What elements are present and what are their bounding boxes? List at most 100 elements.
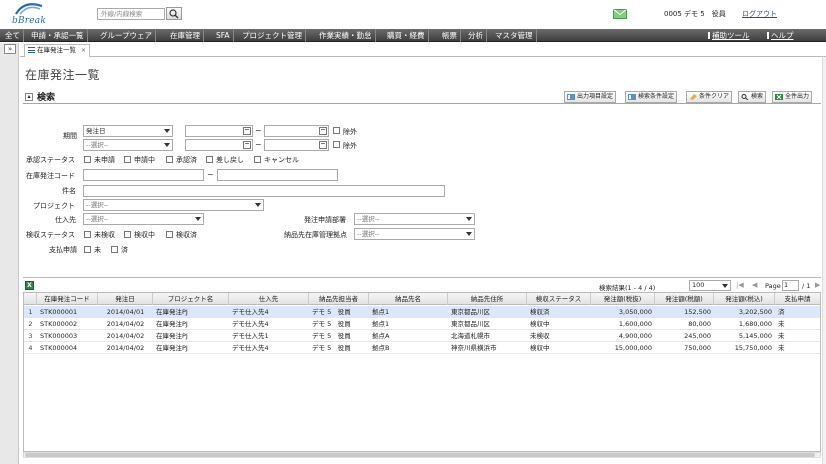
approval-cancel-checkbox[interactable]: [254, 156, 261, 163]
inspect-done-checkbox[interactable]: [166, 231, 173, 238]
row-number-header: [24, 293, 37, 305]
project-cell: 在庫発注PJ: [156, 344, 188, 352]
table-row[interactable]: 1 STK000001 2014/04/01 在庫発注PJ デモ仕入先4 デモ …: [24, 306, 820, 318]
mail-icon[interactable]: [613, 9, 627, 19]
tax-cell: 80,000: [688, 320, 711, 328]
collapse-icon[interactable]: ▴: [25, 93, 33, 101]
bbreak-logo[interactable]: bBreak: [8, 2, 58, 26]
menu-item-sfa[interactable]: SFA: [213, 29, 234, 42]
chevron-down-icon: [466, 217, 472, 221]
page-number-input[interactable]: 1: [782, 280, 799, 291]
period-to-input[interactable]: [264, 125, 329, 137]
menu-item-inventory[interactable]: 在庫管理: [167, 29, 204, 42]
approval-returned-checkbox[interactable]: [206, 156, 213, 163]
menu-item-groupware[interactable]: グループウェア: [97, 29, 157, 42]
approval-approved-checkbox[interactable]: [166, 156, 173, 163]
order-code-cell[interactable]: STK000001: [38, 306, 98, 318]
range-separator: ~: [207, 170, 214, 179]
order-code-cell[interactable]: STK000003: [38, 330, 98, 342]
output-settings-button[interactable]: 出力項目設定: [564, 91, 617, 103]
prev-page-icon[interactable]: ◀: [752, 281, 757, 289]
export-all-button[interactable]: 全件出力: [772, 91, 813, 103]
project-select[interactable]: --選択--: [83, 199, 264, 211]
subject-input[interactable]: [83, 185, 445, 197]
menu-item-forms[interactable]: 帳票: [439, 29, 461, 42]
menu-tools-link[interactable]: 補助ツール: [708, 29, 750, 42]
excel-export-icon[interactable]: X: [25, 281, 34, 290]
phone-search-input[interactable]: 外線/内線検索: [97, 8, 165, 20]
row-number: 2: [28, 320, 33, 328]
column-header[interactable]: 発注日: [98, 293, 153, 305]
tax-cell: 245,000: [684, 332, 711, 340]
menu-item-analysis[interactable]: 分析: [465, 29, 487, 42]
approval-approved-label: 承認済: [176, 156, 197, 164]
phone-search-button[interactable]: [166, 7, 182, 20]
expand-sidebar-icon[interactable]: »: [4, 44, 16, 54]
period-type-select[interactable]: 発注日: [83, 125, 173, 137]
menu-help-link[interactable]: ヘルプ: [767, 29, 794, 42]
search-button[interactable]: 検索: [738, 91, 767, 103]
inspect-none-checkbox[interactable]: [84, 231, 91, 238]
delivery-base-select[interactable]: --選択--: [354, 228, 475, 240]
horizontal-scrollbar[interactable]: [23, 452, 821, 458]
vertical-scrollbar[interactable]: [822, 43, 826, 464]
table-row[interactable]: 4 STK000004 2014/04/02 在庫発注PJ デモ仕入先4 デモ …: [24, 342, 820, 354]
page-size-select[interactable]: 100: [689, 280, 731, 291]
scrollbar-thumb[interactable]: [25, 453, 815, 457]
logout-link[interactable]: ログアウト: [742, 9, 777, 19]
menu-item-project[interactable]: プロジェクト管理: [239, 29, 306, 42]
column-header[interactable]: 納品先担当者: [309, 293, 369, 305]
results-count: 検索結果(1 - 4 / 4): [599, 284, 656, 292]
help-icon: [767, 32, 769, 39]
approval-unapplied-checkbox[interactable]: [84, 156, 91, 163]
next-page-icon[interactable]: ▶: [815, 281, 820, 289]
column-header[interactable]: 納品先名: [369, 293, 448, 305]
inspect-progress-checkbox[interactable]: [124, 231, 131, 238]
period2-to-input[interactable]: [264, 139, 329, 151]
column-header[interactable]: 発注額(税額): [655, 293, 714, 305]
order-code-from-input[interactable]: [83, 169, 204, 181]
menu-item-all[interactable]: 全て: [2, 29, 24, 42]
payment-yes-checkbox[interactable]: [111, 246, 118, 253]
payment-no-checkbox[interactable]: [84, 246, 91, 253]
column-header[interactable]: 支払申請: [775, 293, 820, 305]
tools-icon: [708, 32, 710, 39]
list-icon: [28, 47, 35, 53]
calendar-icon[interactable]: [243, 141, 251, 149]
tab-close-icon[interactable]: ×: [81, 45, 86, 56]
row-number: 3: [28, 332, 33, 340]
user-info: 0005 デモ 5 役員: [664, 10, 726, 18]
menu-item-applications[interactable]: 申請・承認一覧: [28, 29, 88, 42]
order-code-cell[interactable]: STK000004: [38, 342, 98, 354]
period2-from-input[interactable]: [185, 139, 253, 151]
first-page-icon[interactable]: |◀: [736, 281, 744, 289]
table-row[interactable]: 2 STK000002 2014/04/02 在庫発注PJ デモ仕入先4 デモ …: [24, 318, 820, 330]
menu-item-purchase[interactable]: 購買・経費: [384, 29, 429, 42]
tab-inventory-order-list[interactable]: 在庫発注一覧 ×: [24, 44, 90, 57]
table-row[interactable]: 3 STK000003 2014/04/02 在庫発注PJ デモ仕入先1 デモ …: [24, 330, 820, 342]
period-from-input[interactable]: [185, 125, 253, 137]
tax-cell: 152,500: [684, 308, 711, 316]
calendar-icon[interactable]: [319, 127, 327, 135]
menu-item-work[interactable]: 作業実績・勤怠: [316, 29, 376, 42]
column-header[interactable]: 在庫発注コード: [37, 293, 98, 305]
supplier-select[interactable]: --選択--: [83, 213, 204, 225]
menu-item-master[interactable]: マスタ管理: [492, 29, 537, 42]
clear-conditions-button[interactable]: 条件クリア: [686, 91, 733, 103]
column-header[interactable]: 仕入先: [229, 293, 309, 305]
column-header[interactable]: 検収ステータス: [527, 293, 591, 305]
dept-select[interactable]: --選択--: [354, 213, 475, 225]
exclude-checkbox[interactable]: [333, 127, 340, 134]
column-header[interactable]: プロジェクト名: [153, 293, 229, 305]
column-header[interactable]: 納品先住所: [448, 293, 527, 305]
column-header[interactable]: 発注額(税抜): [591, 293, 655, 305]
order-code-cell[interactable]: STK000002: [38, 318, 98, 330]
order-code-to-input[interactable]: [217, 169, 338, 181]
calendar-icon[interactable]: [243, 127, 251, 135]
period-type-select-2[interactable]: --選択--: [83, 139, 173, 151]
calendar-icon[interactable]: [319, 141, 327, 149]
approval-pending-checkbox[interactable]: [124, 156, 131, 163]
exclude-checkbox-2[interactable]: [333, 141, 340, 148]
column-header[interactable]: 発注額(税込): [714, 293, 775, 305]
search-settings-button[interactable]: 検索条件設定: [625, 91, 678, 103]
